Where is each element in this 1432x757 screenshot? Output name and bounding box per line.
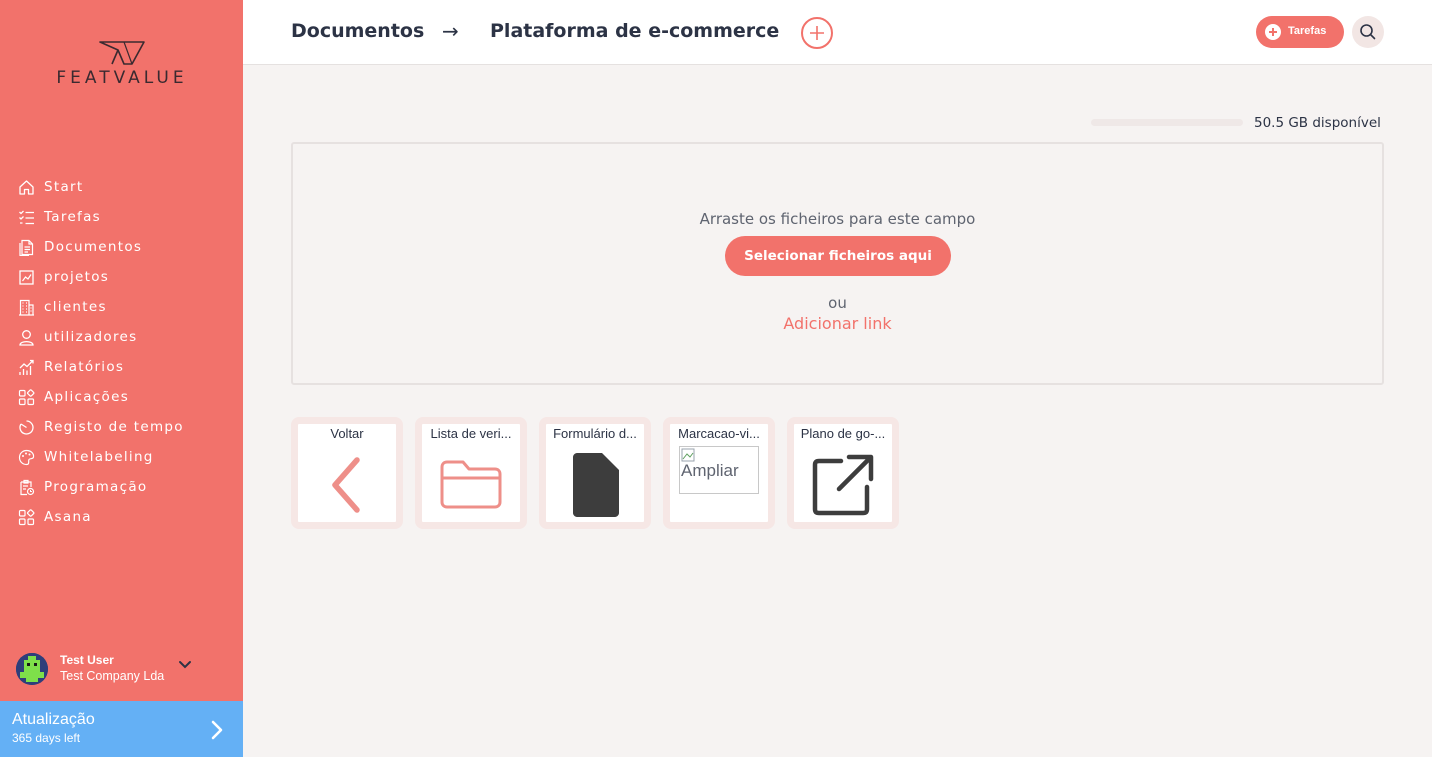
sidebar-item-label: Programação bbox=[44, 479, 148, 495]
sidebar-item-label: Asana bbox=[44, 509, 92, 525]
sidebar-item-programacao[interactable]: Programação bbox=[0, 472, 243, 502]
sidebar-item-documentos[interactable]: Documentos bbox=[0, 232, 243, 262]
sidebar-item-tarefas[interactable]: Tarefas bbox=[0, 202, 243, 232]
sidebar-item-registo-de-tempo[interactable]: Registo de tempo bbox=[0, 412, 243, 442]
sidebar-item-label: Whitelabeling bbox=[44, 449, 154, 465]
breadcrumb-documentos[interactable]: Documentos bbox=[291, 20, 424, 42]
sidebar-item-label: utilizadores bbox=[44, 329, 138, 345]
tile-external-link[interactable]: Plano de go-... bbox=[787, 417, 899, 529]
sidebar-item-start[interactable]: Start bbox=[0, 172, 243, 202]
tile-name: Marcacao-vi... bbox=[678, 426, 760, 441]
sidebar: FEATVALUE Start Tarefas Documentos proje… bbox=[0, 0, 243, 757]
logo-mark-icon bbox=[99, 41, 145, 65]
sidebar-item-clientes[interactable]: clientes bbox=[0, 292, 243, 322]
add-button[interactable] bbox=[801, 17, 833, 49]
broken-image-icon: Ampliar bbox=[679, 446, 759, 494]
projects-icon bbox=[17, 268, 35, 286]
sidebar-item-label: Aplicações bbox=[44, 389, 130, 405]
user-icon bbox=[17, 328, 35, 346]
breadcrumb-current-project: Plataforma de e-commerce bbox=[490, 20, 780, 42]
tasks-button[interactable]: Tarefas bbox=[1256, 16, 1344, 48]
task-list-icon bbox=[17, 208, 35, 226]
documents-icon bbox=[17, 238, 35, 256]
image-alt-text: Ampliar bbox=[681, 461, 739, 480]
user-menu[interactable]: Test User Test Company Lda bbox=[16, 652, 226, 688]
sidebar-item-asana[interactable]: Asana bbox=[0, 502, 243, 532]
tile-name: Plano de go-... bbox=[800, 426, 886, 441]
avatar bbox=[16, 653, 48, 685]
search-button[interactable] bbox=[1352, 16, 1384, 48]
sidebar-item-relatorios[interactable]: Relatórios bbox=[0, 352, 243, 382]
apps-icon bbox=[17, 388, 35, 406]
select-files-button[interactable]: Selecionar ficheiros aqui bbox=[725, 236, 951, 276]
user-name: Test User bbox=[60, 653, 114, 667]
reports-icon bbox=[17, 358, 35, 376]
tile-name: Voltar bbox=[330, 426, 364, 441]
external-link-icon bbox=[812, 454, 874, 516]
tile-file[interactable]: Formulário d... bbox=[539, 417, 651, 529]
folder-icon bbox=[440, 460, 502, 509]
sidebar-nav: Start Tarefas Documentos projetos client… bbox=[0, 172, 243, 532]
update-title: Atualização bbox=[12, 711, 95, 728]
building-icon bbox=[17, 298, 35, 316]
update-days-left: 365 days left bbox=[12, 731, 81, 745]
tile-back[interactable]: Voltar bbox=[291, 417, 403, 529]
or-separator: ou bbox=[828, 294, 847, 312]
sidebar-item-utilizadores[interactable]: utilizadores bbox=[0, 322, 243, 352]
home-icon bbox=[17, 178, 35, 196]
sidebar-item-label: Start bbox=[44, 179, 84, 195]
tile-folder[interactable]: Lista de veri... bbox=[415, 417, 527, 529]
plus-circle-icon bbox=[1265, 24, 1281, 40]
search-icon bbox=[1360, 24, 1376, 40]
palette-icon bbox=[17, 448, 35, 466]
plus-icon bbox=[810, 26, 824, 40]
update-banner[interactable]: Atualização 365 days left bbox=[0, 701, 243, 757]
sidebar-item-label: clientes bbox=[44, 299, 107, 315]
top-header: Documentos → Plataforma de e-commerce Ta… bbox=[243, 0, 1432, 65]
user-company: Test Company Lda bbox=[60, 669, 165, 683]
drop-instructions: Arraste os ficheiros para este campo bbox=[699, 210, 976, 228]
chevron-right-icon bbox=[211, 720, 223, 740]
sidebar-item-projetos[interactable]: projetos bbox=[0, 262, 243, 292]
sidebar-item-label: projetos bbox=[44, 269, 110, 285]
sidebar-item-whitelabeling[interactable]: Whitelabeling bbox=[0, 442, 243, 472]
apps-icon bbox=[17, 508, 35, 526]
add-link-button[interactable]: Adicionar link bbox=[293, 314, 1382, 333]
logo-text: FEATVALUE bbox=[56, 68, 188, 88]
storage-usage-bar bbox=[1091, 119, 1243, 126]
tasks-button-label: Tarefas bbox=[1288, 25, 1327, 37]
chevron-left-icon bbox=[332, 457, 360, 513]
file-icon bbox=[573, 453, 619, 517]
file-dropzone[interactable]: Arraste os ficheiros para este campo Sel… bbox=[291, 142, 1384, 385]
timer-icon bbox=[17, 418, 35, 436]
chevron-down-icon[interactable] bbox=[178, 660, 192, 670]
sidebar-item-label: Tarefas bbox=[44, 209, 102, 225]
sidebar-item-label: Registo de tempo bbox=[44, 419, 184, 435]
sidebar-item-aplicacoes[interactable]: Aplicações bbox=[0, 382, 243, 412]
tile-image[interactable]: Marcacao-vi... Ampliar bbox=[663, 417, 775, 529]
tile-name: Lista de veri... bbox=[430, 426, 512, 441]
sidebar-item-label: Relatórios bbox=[44, 359, 125, 375]
schedule-icon bbox=[17, 478, 35, 496]
tile-name: Formulário d... bbox=[553, 426, 637, 441]
storage-available: 50.5 GB disponível bbox=[1254, 115, 1381, 131]
breadcrumb-arrow-icon: → bbox=[442, 19, 459, 43]
featvalue-logo[interactable]: FEATVALUE bbox=[36, 40, 208, 90]
sidebar-item-label: Documentos bbox=[44, 239, 143, 255]
